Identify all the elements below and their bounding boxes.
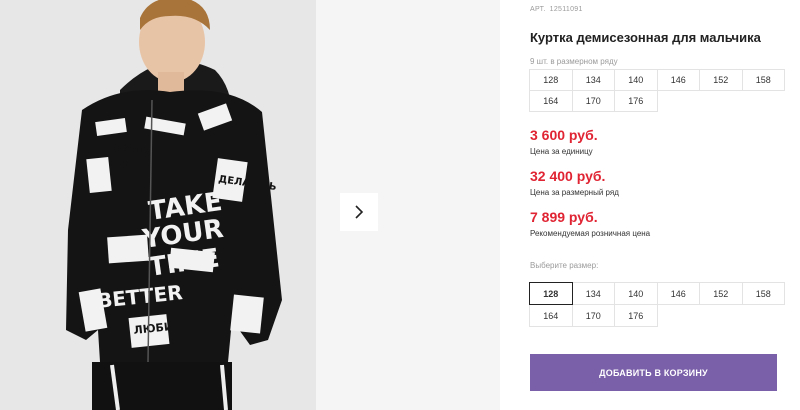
size-option[interactable]: 152 xyxy=(699,282,743,305)
retail-price-note: Рекомендуемая розничная цена xyxy=(530,229,651,238)
size-option[interactable]: 134 xyxy=(571,282,615,305)
pack-size-cell: 170 xyxy=(571,90,615,112)
pack-size-cell: 134 xyxy=(571,69,615,91)
add-to-cart-button[interactable]: ДОБАВИТЬ В КОРЗИНУ xyxy=(530,354,777,391)
article-number: АРТ. 12511091 xyxy=(530,6,587,13)
choose-size-label: Выберите размер: xyxy=(530,261,599,270)
article-value: 12511091 xyxy=(549,6,583,13)
pack-price-note: Цена за размерный ряд xyxy=(530,188,619,197)
unit-price-note: Цена за единицу xyxy=(530,147,593,156)
unit-price: 3 600 руб. xyxy=(530,127,598,143)
product-title: Куртка демисезонная для мальчика xyxy=(530,30,761,45)
pack-size-cell: 176 xyxy=(614,90,658,112)
retail-price: 7 899 руб. xyxy=(530,209,598,225)
size-option[interactable]: 140 xyxy=(614,282,658,305)
article-label: АРТ. xyxy=(530,6,546,13)
size-option[interactable]: 146 xyxy=(656,282,700,305)
gallery-next-button[interactable] xyxy=(340,193,378,231)
pack-size-cell: 128 xyxy=(529,69,573,91)
pack-sizes-grid: 128 134 140 146 152 158 164 170 176 xyxy=(529,69,785,112)
size-selector: 128 134 140 146 152 158 164 170 176 xyxy=(529,282,785,327)
pack-size-cell: 140 xyxy=(614,69,658,91)
pack-size-note: 9 шт. в размерном ряду xyxy=(530,57,618,66)
pack-size-cell: 164 xyxy=(529,90,573,112)
pack-price: 32 400 руб. xyxy=(530,168,606,184)
size-option[interactable]: 158 xyxy=(741,282,785,305)
product-photo[interactable]: TAKE YOUR TIME BETTER ЛЮБИ ТО, ЧТО ДЕЛАЕ… xyxy=(0,0,316,410)
pack-size-cell: 146 xyxy=(656,69,700,91)
size-option[interactable]: 164 xyxy=(529,304,573,327)
pack-size-cell: 158 xyxy=(741,69,785,91)
chevron-right-icon xyxy=(355,205,364,219)
size-option[interactable]: 170 xyxy=(571,304,615,327)
boy-in-jacket-image: TAKE YOUR TIME BETTER ЛЮБИ ТО, ЧТО ДЕЛАЕ… xyxy=(0,0,316,410)
pack-size-cell: 152 xyxy=(699,69,743,91)
size-option[interactable]: 176 xyxy=(614,304,658,327)
size-option-selected[interactable]: 128 xyxy=(529,282,573,305)
